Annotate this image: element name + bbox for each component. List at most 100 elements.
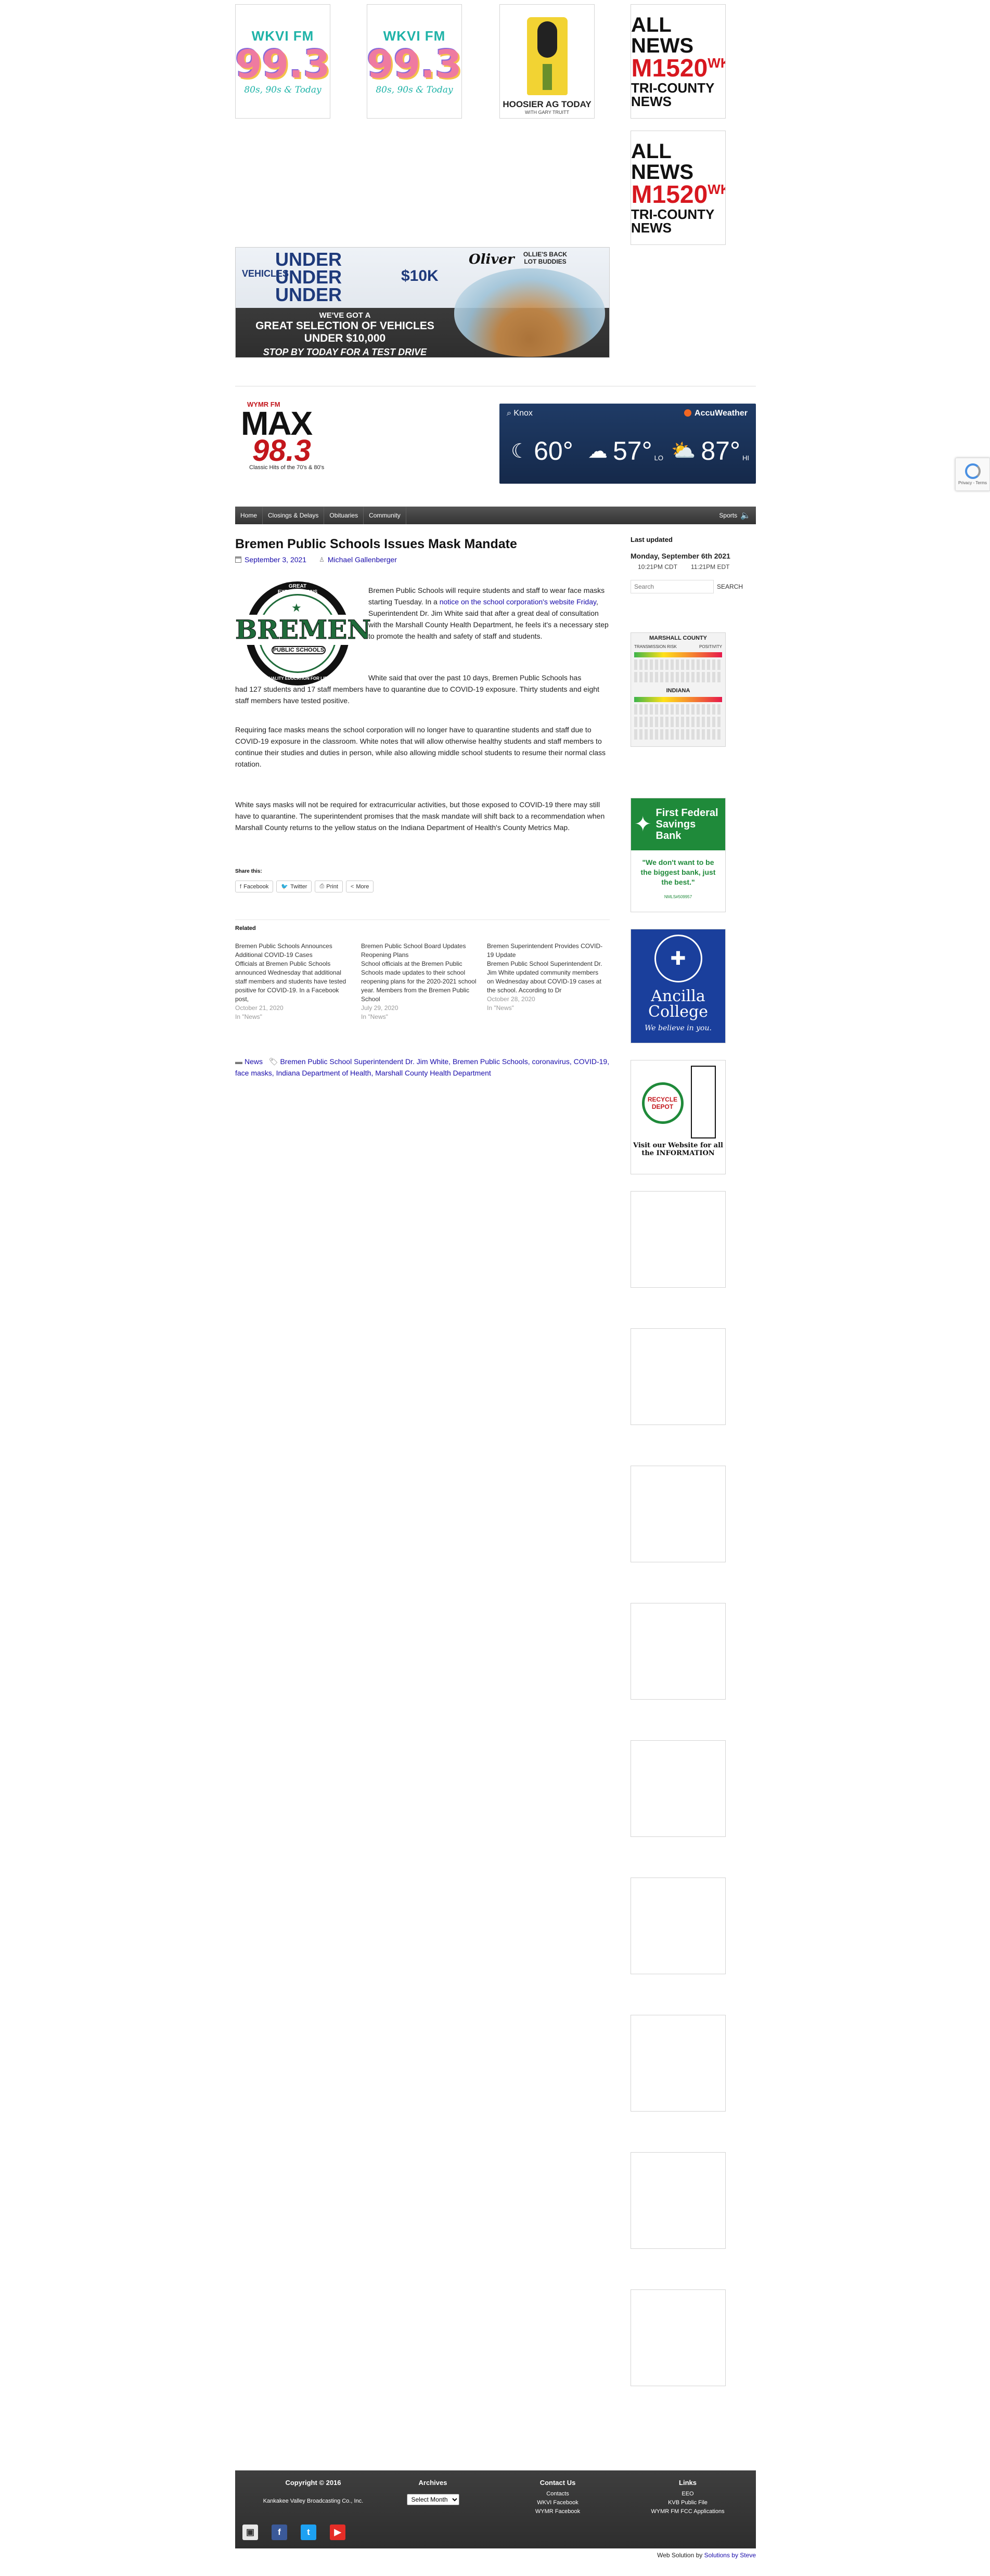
nav-closings[interactable]: Closings & Delays bbox=[263, 507, 325, 524]
share-more-button[interactable]: < More bbox=[345, 881, 374, 892]
time-cdt: 10:21PM CDT bbox=[638, 563, 678, 571]
accuweather-widget[interactable]: ⌕ Knox AccuWeather ☾ 60° ☁ 57° LO ⛅ 87° … bbox=[499, 404, 756, 484]
footer-link[interactable]: EEO bbox=[631, 2490, 745, 2499]
footer-link[interactable]: WYMR FM FCC Applications bbox=[631, 2507, 745, 2516]
article-paragraph-4: White says masks will not be required fo… bbox=[235, 800, 605, 832]
youtube-icon[interactable]: ▶ bbox=[330, 2525, 345, 2540]
nav-sports[interactable]: Sports bbox=[719, 512, 737, 519]
star-icon: ✦ bbox=[634, 813, 652, 836]
archives-select[interactable]: Select Month bbox=[406, 2494, 459, 2505]
article-date[interactable]: September 3, 2021 bbox=[245, 555, 306, 564]
recaptcha-text[interactable]: Privacy - Terms bbox=[958, 481, 987, 485]
last-updated-date: Monday, September 6th 2021 bbox=[631, 552, 730, 560]
max-983-logo[interactable]: WYMR FM MAX 98.3 Classic Hits of the 70'… bbox=[241, 400, 345, 484]
recycle-depot-ad[interactable]: RECYCLE DEPOT Visit our Website for all … bbox=[631, 1060, 726, 1174]
logo-word2: PUBLIC SCHOOLS bbox=[272, 646, 326, 654]
facebook-icon: f bbox=[240, 883, 242, 890]
main-nav: Home Closings & Delays Obituaries Commun… bbox=[235, 507, 756, 524]
max-frequency: 98.3 bbox=[252, 434, 311, 468]
weather-location: ⌕ Knox bbox=[507, 409, 533, 418]
sidebar-ad-slot[interactable] bbox=[631, 1603, 726, 1700]
related-item[interactable]: Bremen Public School Board Updates Reope… bbox=[361, 942, 479, 1021]
high-label: HI bbox=[742, 454, 749, 462]
weather-low: ☁ 57° LO bbox=[588, 436, 663, 466]
last-updated-times: 10:21PM CDT 11:21PM EDT bbox=[631, 563, 756, 571]
related-item[interactable]: Bremen Superintendent Provides COVID-19 … bbox=[487, 942, 605, 1021]
sidebar-ad-slot[interactable] bbox=[631, 1740, 726, 1837]
car-ad-line2: GREAT SELECTION OF VEHICLES UNDER $10,00… bbox=[255, 320, 434, 344]
folder-icon: ▬ bbox=[235, 1057, 242, 1066]
wkvi-ad-2[interactable]: WKVI FM 99.3 80s, 90s & Today bbox=[367, 4, 462, 119]
category-link[interactable]: News bbox=[245, 1057, 263, 1066]
wkvi-ad-1[interactable]: WKVI FM 99.3 80s, 90s & Today bbox=[235, 4, 330, 119]
car-ad-line1: WE'VE GOT A bbox=[319, 311, 371, 320]
logo-bottom-text: QUALITY EDUCATION FOR LIFE bbox=[265, 676, 330, 681]
footer-archives: Archives Select Month bbox=[381, 2479, 485, 2505]
related-excerpt: Bremen Public School Superintendent Dr. … bbox=[487, 960, 602, 994]
related-heading: Related bbox=[235, 920, 610, 931]
article-author[interactable]: Michael Gallenberger bbox=[328, 555, 397, 564]
covid-state: INDIANA bbox=[666, 688, 690, 694]
first-federal-ad[interactable]: ✦ First Federal Savings Bank "We don't wa… bbox=[631, 798, 726, 912]
sidebar-ad-slot[interactable] bbox=[631, 2152, 726, 2249]
contact-link[interactable]: WYMR Facebook bbox=[506, 2507, 610, 2516]
max-sub: Classic Hits of the 70's & 80's bbox=[249, 464, 325, 471]
ancilla-college-ad[interactable]: ✚ Ancilla College We believe in you. bbox=[631, 929, 726, 1043]
search-input[interactable] bbox=[631, 580, 714, 593]
related-title[interactable]: Bremen Superintendent Provides COVID-19 … bbox=[487, 942, 605, 960]
sidebar-ad-slot[interactable] bbox=[631, 2289, 726, 2386]
contact-link[interactable]: Contacts bbox=[506, 2490, 610, 2499]
nav-obituaries[interactable]: Obituaries bbox=[324, 507, 364, 524]
credit-link[interactable]: Solutions by Steve bbox=[704, 2552, 756, 2559]
low-temp: 57° bbox=[613, 436, 652, 465]
facebook-icon[interactable]: f bbox=[272, 2525, 287, 2540]
speaker-icon[interactable]: 🔈 bbox=[740, 510, 751, 521]
copyright-title: Copyright © 2016 bbox=[285, 2479, 341, 2487]
footer-copyright: Copyright © 2016 Kankakee Valley Broadca… bbox=[256, 2479, 370, 2506]
sidebar-ad-slot[interactable] bbox=[631, 1878, 726, 1974]
allnews-ad-2[interactable]: ALL NEWS AM1520WKVI TRI-COUNTY NEWS bbox=[631, 131, 726, 245]
share-facebook-button[interactable]: f Facebook bbox=[235, 881, 274, 892]
ffsb-quote: "We don't want to be the biggest bank, j… bbox=[640, 858, 716, 886]
related-title[interactable]: Bremen Public School Board Updates Reope… bbox=[361, 942, 479, 960]
related-item[interactable]: Bremen Public Schools Announces Addition… bbox=[235, 942, 353, 1021]
car-ad-price: $10K bbox=[401, 267, 439, 284]
sidebar-ad-slot[interactable] bbox=[631, 1191, 726, 1288]
twitter-icon[interactable]: t bbox=[301, 2525, 316, 2540]
wkvi-tagline: 80s, 90s & Today bbox=[244, 84, 322, 95]
share-twitter-button[interactable]: 🐦 Twitter bbox=[276, 881, 312, 892]
tag-links[interactable]: Bremen Public School Superintendent Dr. … bbox=[235, 1057, 609, 1077]
allnews-line3: TRI-COUNTY NEWS bbox=[631, 206, 714, 236]
archives-title: Archives bbox=[418, 2479, 447, 2487]
site-footer: Copyright © 2016 Kankakee Valley Broadca… bbox=[235, 2470, 756, 2548]
contact-link[interactable]: WKVI Facebook bbox=[506, 2499, 610, 2507]
search-button[interactable]: SEARCH bbox=[717, 583, 743, 590]
covid-dashboard-ad[interactable]: MARSHALL COUNTY TRANSMISSION RISK POSITIV… bbox=[631, 632, 726, 747]
hoosier-ag-ad[interactable]: HOOSIER AG TODAY WITH GARY TRUITT bbox=[499, 4, 595, 119]
recaptcha-badge[interactable]: Privacy - Terms bbox=[955, 458, 990, 491]
nav-home[interactable]: Home bbox=[235, 507, 263, 524]
ancilla-name: Ancilla College bbox=[648, 987, 708, 1021]
car-ad-message: WE'VE GOT A GREAT SELECTION OF VEHICLES … bbox=[246, 311, 444, 357]
sidebar-ad-slot[interactable] bbox=[631, 1328, 726, 1425]
footer-link[interactable]: KVB Public File bbox=[631, 2499, 745, 2507]
car-dealer-ad[interactable]: UNDER UNDER UNDER VEHICLES $10K Oliver O… bbox=[235, 247, 610, 358]
allnews-ad-1[interactable]: ALL NEWS AM1520WKVI TRI-COUNTY NEWS bbox=[631, 4, 726, 119]
notice-link[interactable]: notice on the school corporation's websi… bbox=[440, 598, 596, 606]
twitter-icon: 🐦 bbox=[281, 884, 289, 890]
article-meta: September 3, 2021 ♙ Michael Gallenberger bbox=[235, 555, 610, 564]
sidebar-ad-slot[interactable] bbox=[631, 1466, 726, 1562]
risk-scale bbox=[634, 697, 722, 702]
related-title[interactable]: Bremen Public Schools Announces Addition… bbox=[235, 942, 353, 960]
share-print-button[interactable]: ⎙ Print bbox=[315, 881, 343, 892]
covid-chart bbox=[634, 717, 722, 727]
article-title: Bremen Public Schools Issues Mask Mandat… bbox=[235, 537, 517, 551]
nav-community[interactable]: Community bbox=[364, 507, 406, 524]
article-paragraph-2a: White said that over the past 10 days, B… bbox=[368, 674, 582, 682]
ffsb-nmls: NMLS#509957 bbox=[664, 895, 692, 899]
sidebar-ad-slot[interactable] bbox=[631, 2015, 726, 2112]
wkvi-tagline: 80s, 90s & Today bbox=[376, 84, 453, 95]
ffsb-name: First Federal Savings Bank bbox=[655, 807, 718, 842]
radio-icon[interactable]: ▣ bbox=[242, 2525, 258, 2540]
related-category: In "News" bbox=[487, 1004, 514, 1012]
